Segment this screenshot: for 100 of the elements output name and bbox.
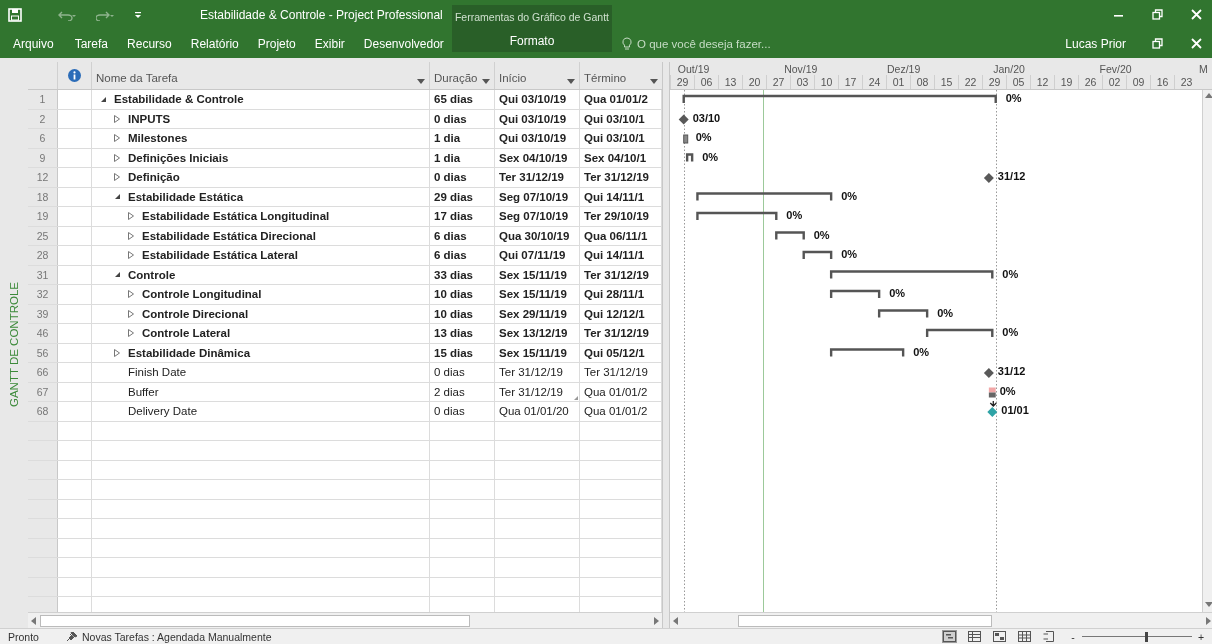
task-bar[interactable] bbox=[988, 387, 996, 398]
summary-bar[interactable] bbox=[696, 192, 833, 201]
close-icon[interactable] bbox=[1191, 9, 1202, 20]
report-icon[interactable] bbox=[1043, 631, 1054, 642]
down-arrow-icon[interactable] bbox=[1204, 602, 1212, 608]
expand-triangle-icon[interactable] bbox=[128, 309, 134, 318]
summary-bar[interactable] bbox=[696, 211, 778, 220]
save-icon[interactable] bbox=[8, 7, 22, 22]
finish-date-cell: Ter 31/12/19 bbox=[584, 171, 649, 184]
finish-date-cell: Qua 06/11/1 bbox=[584, 229, 648, 242]
vertical-scrollbar[interactable] bbox=[1202, 90, 1212, 612]
restore-icon[interactable] bbox=[1152, 9, 1163, 20]
collapse-triangle-icon[interactable] bbox=[100, 95, 107, 103]
week-label: 01 bbox=[886, 75, 910, 89]
caret-icon[interactable] bbox=[134, 10, 142, 19]
finish-date-cell: Sex 04/10/1 bbox=[584, 151, 647, 164]
user-name[interactable]: Lucas Prior bbox=[1065, 36, 1126, 51]
grid-icon[interactable] bbox=[1018, 631, 1031, 642]
task-name: Estabilidade Estática Lateral bbox=[142, 249, 298, 262]
expand-triangle-icon[interactable] bbox=[114, 348, 120, 357]
restore-icon[interactable] bbox=[1152, 38, 1163, 49]
zoom-slider[interactable] bbox=[1082, 631, 1192, 642]
ribbon-tab[interactable]: Projeto bbox=[249, 32, 304, 55]
close-icon[interactable] bbox=[1191, 38, 1202, 49]
start-date-cell: Sex 29/11/19 bbox=[499, 307, 567, 320]
task-name: Estabilidade Estática Direcional bbox=[142, 229, 316, 242]
milestone-diamond[interactable] bbox=[987, 407, 998, 417]
summary-bar[interactable] bbox=[829, 289, 881, 298]
summary-bar[interactable] bbox=[829, 270, 994, 279]
slider-thumb[interactable] bbox=[1144, 631, 1148, 642]
duration-cell: 0 dias bbox=[434, 405, 465, 418]
ribbon-tab[interactable]: Desenvolvedor bbox=[355, 32, 452, 55]
bar-label: 0% bbox=[841, 189, 858, 202]
milestone-diamond[interactable] bbox=[983, 368, 994, 378]
row-number: 1 bbox=[28, 90, 58, 109]
task-usage-icon[interactable] bbox=[968, 631, 981, 642]
column-header[interactable]: Nome da Tarefa bbox=[92, 62, 430, 89]
zoom-out-button[interactable]: - bbox=[1068, 630, 1078, 643]
scrollbar-thumb[interactable] bbox=[40, 614, 470, 627]
expand-triangle-icon[interactable] bbox=[114, 134, 120, 143]
expand-triangle-icon[interactable] bbox=[114, 153, 120, 162]
column-header[interactable]: Término bbox=[580, 62, 662, 89]
summary-bar[interactable] bbox=[829, 348, 905, 357]
expand-triangle-icon[interactable] bbox=[128, 290, 134, 299]
column-header[interactable]: Duração bbox=[430, 62, 495, 89]
milestone-diamond[interactable] bbox=[983, 173, 994, 183]
left-arrow-icon[interactable] bbox=[672, 616, 680, 625]
expand-triangle-icon[interactable] bbox=[128, 212, 134, 221]
summary-bar[interactable] bbox=[802, 250, 833, 259]
finish-date-cell: Ter 29/10/19 bbox=[584, 210, 649, 223]
week-label: 05 bbox=[1006, 75, 1030, 89]
ribbon-tab[interactable]: Arquivo bbox=[5, 32, 64, 55]
task-name: Controle Direcional bbox=[142, 307, 249, 320]
horizontal-scrollbar[interactable] bbox=[28, 612, 662, 628]
column-header[interactable]: Início bbox=[495, 62, 580, 89]
summary-bar[interactable] bbox=[775, 231, 805, 240]
new-tasks-mode[interactable]: Novas Tarefas : Agendada Manualmente bbox=[82, 630, 272, 643]
ribbon-tab[interactable]: Relatório bbox=[182, 32, 247, 55]
ribbon-tab[interactable]: Formato bbox=[501, 30, 563, 52]
ribbon-tab[interactable]: Tarefa bbox=[66, 32, 117, 55]
duration-cell: 33 dias bbox=[434, 268, 473, 281]
bar-label: 03/10 bbox=[692, 111, 721, 124]
collapse-triangle-icon[interactable] bbox=[114, 193, 121, 201]
ribbon-tab[interactable]: Exibir bbox=[306, 32, 353, 55]
summary-bar[interactable] bbox=[682, 94, 997, 103]
week-label: 13 bbox=[718, 75, 742, 89]
expand-triangle-icon[interactable] bbox=[114, 114, 120, 123]
row-number: 19 bbox=[28, 207, 58, 226]
left-arrow-icon[interactable] bbox=[30, 616, 38, 625]
task-bar[interactable] bbox=[683, 134, 689, 144]
gantt-chart-icon[interactable] bbox=[943, 631, 956, 642]
horizontal-scrollbar[interactable] bbox=[670, 612, 1212, 628]
task-name: Estabilidade Estática Longitudinal bbox=[142, 210, 330, 223]
milestone-diamond[interactable] bbox=[678, 114, 689, 125]
week-label: 22 bbox=[958, 75, 982, 89]
tell-me-field[interactable]: O que você deseja fazer... bbox=[622, 36, 1066, 51]
bar-label: 31/12 bbox=[997, 365, 1026, 377]
summary-bar[interactable] bbox=[925, 328, 994, 337]
right-arrow-icon[interactable] bbox=[652, 616, 660, 625]
duration-cell: 15 dias bbox=[434, 346, 473, 359]
up-arrow-icon[interactable] bbox=[1204, 92, 1212, 98]
expand-triangle-icon[interactable] bbox=[128, 251, 134, 260]
start-date-cell: Qua 01/01/20 bbox=[499, 405, 569, 418]
duration-cell: 0 dias bbox=[434, 366, 465, 379]
zoom-in-button[interactable]: + bbox=[1196, 630, 1206, 643]
team-planner-icon[interactable] bbox=[993, 631, 1006, 642]
scrollbar-thumb[interactable] bbox=[738, 614, 992, 627]
week-label: 10 bbox=[814, 75, 838, 89]
expand-triangle-icon[interactable] bbox=[114, 173, 120, 182]
summary-bar[interactable] bbox=[877, 309, 929, 318]
duration-cell: 0 dias bbox=[434, 112, 467, 125]
ribbon-tab[interactable]: Recurso bbox=[119, 32, 180, 55]
collapse-triangle-icon[interactable] bbox=[114, 271, 121, 279]
bar-label: 0% bbox=[695, 131, 712, 143]
summary-bar[interactable] bbox=[685, 153, 694, 162]
bar-label: 0% bbox=[1005, 92, 1022, 104]
expand-triangle-icon[interactable] bbox=[128, 231, 134, 240]
expand-triangle-icon[interactable] bbox=[128, 329, 134, 338]
right-arrow-icon[interactable] bbox=[1204, 616, 1212, 625]
task-name: Controle bbox=[128, 268, 176, 281]
